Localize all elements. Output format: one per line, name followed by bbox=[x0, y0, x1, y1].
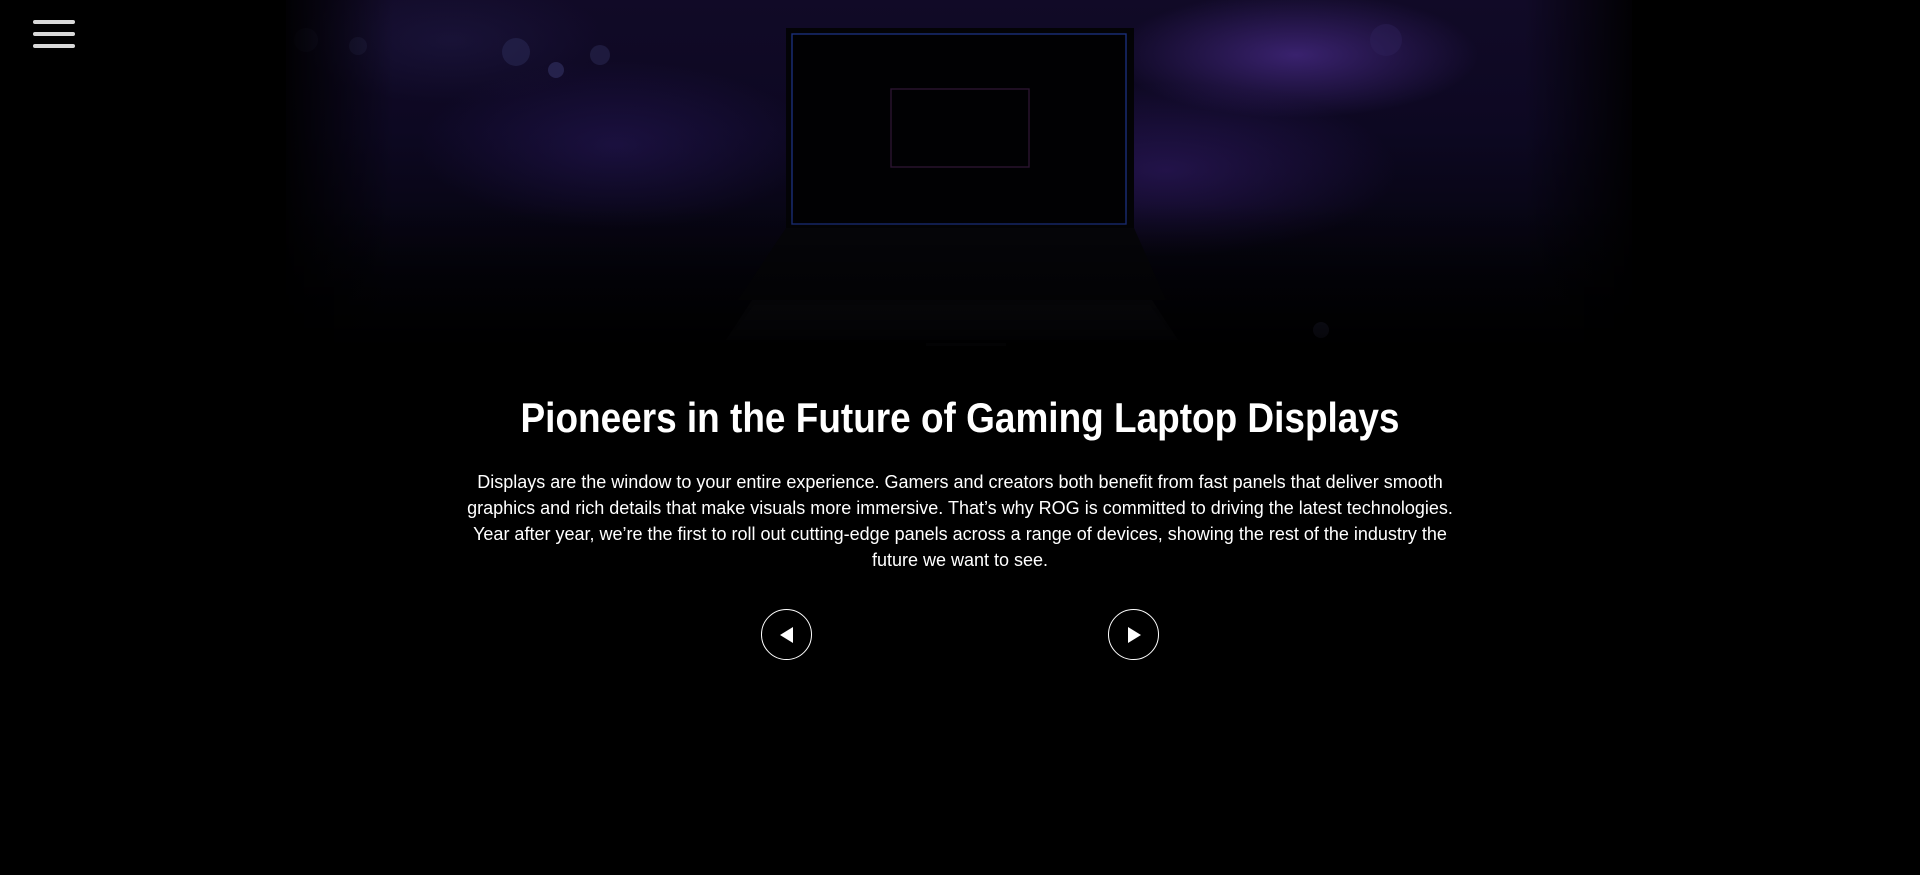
carousel-next-button[interactable] bbox=[1108, 609, 1159, 660]
page-title: Pioneers in the Future of Gaming Laptop … bbox=[520, 394, 1400, 441]
page: Pioneers in the Future of Gaming Laptop … bbox=[0, 0, 1920, 875]
play-left-icon bbox=[779, 626, 793, 643]
menu-line bbox=[33, 44, 75, 48]
hero-fade-overlay bbox=[286, 0, 1632, 370]
menu-line bbox=[33, 32, 75, 36]
carousel-prev-button[interactable] bbox=[761, 609, 812, 660]
play-right-icon bbox=[1127, 626, 1141, 643]
hamburger-menu-icon[interactable] bbox=[33, 20, 75, 52]
menu-line bbox=[33, 20, 75, 24]
section-description: Displays are the window to your entire e… bbox=[467, 472, 1453, 570]
hero-image bbox=[286, 0, 1632, 370]
